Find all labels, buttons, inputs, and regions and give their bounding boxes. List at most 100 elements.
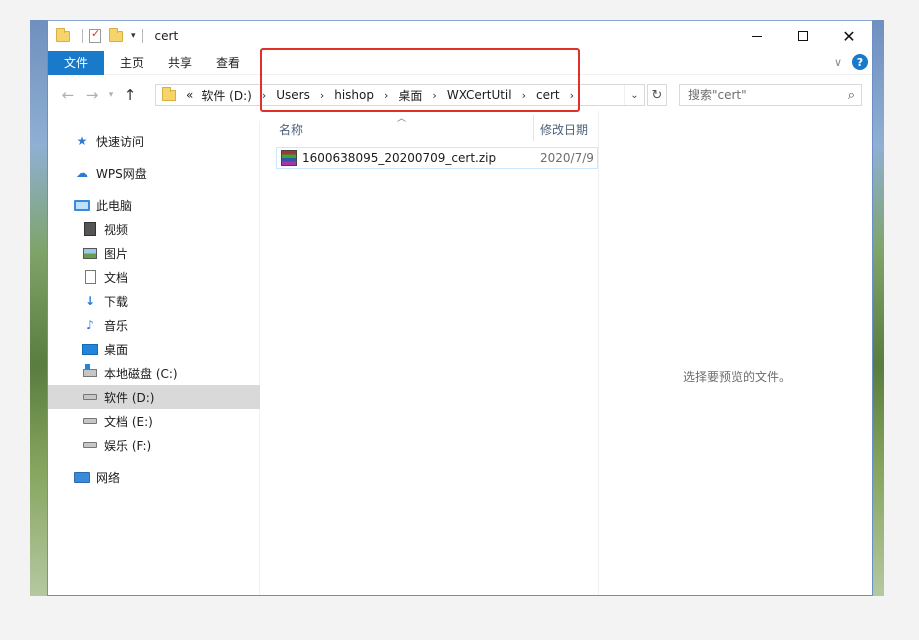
drive-icon [82, 437, 98, 453]
sidebar-item-pictures[interactable]: 图片 [48, 241, 260, 265]
search-icon[interactable]: ⌕ [848, 88, 855, 103]
download-icon: ↓ [84, 294, 96, 308]
sidebar-item-label: 此电脑 [96, 198, 133, 213]
sort-ascending-chevron-icon: ︿ [397, 114, 407, 124]
preview-pane: 选择要预览的文件。 [598, 111, 872, 595]
breadcrumb-cert[interactable]: cert [532, 88, 564, 102]
drive-icon [82, 389, 98, 405]
file-list: ︿ 名称 修改日期 1600638095_20200709_cert.zip 2… [261, 111, 598, 595]
sidebar-item-documents[interactable]: 文档 [48, 265, 260, 289]
file-name: 1600638095_20200709_cert.zip [302, 151, 497, 165]
sidebar-item-videos[interactable]: 视频 [48, 217, 260, 241]
sidebar-item-label: 视频 [104, 222, 129, 237]
breadcrumb-wxcertutil[interactable]: WXCertUtil [443, 88, 516, 102]
sidebar-item-label: 本地磁盘 (C:) [104, 366, 178, 381]
breadcrumb-users[interactable]: Users [272, 88, 314, 102]
sidebar-item-label: WPS网盘 [96, 166, 147, 181]
ribbon-tabs: 文件 主页 共享 查看 ∨ ? [48, 50, 872, 75]
back-button[interactable]: ← [56, 86, 80, 104]
preview-placeholder-text: 选择要预览的文件。 [683, 370, 792, 384]
breadcrumb-chevron-icon[interactable]: › [256, 89, 272, 102]
up-button[interactable]: ↑ [118, 86, 142, 104]
file-explorer-window: ▾ cert ✕ 文件 主页 共享 查看 ∨ ? ← → ▾ ↑ « 软件 (D… [47, 20, 873, 596]
breadcrumb-desktop[interactable]: 桌面 [394, 87, 426, 104]
drive-icon [82, 413, 98, 429]
picture-icon [82, 245, 98, 261]
computer-icon [74, 197, 90, 213]
sidebar-item-network[interactable]: 网络 [48, 465, 260, 489]
maximize-icon [798, 31, 808, 41]
breadcrumb-chevron-icon[interactable]: › [426, 89, 442, 102]
document-icon [82, 269, 98, 285]
tab-home[interactable]: 主页 [108, 51, 156, 75]
column-header-name[interactable]: 名称 [279, 121, 303, 138]
sidebar-item-downloads[interactable]: ↓ 下载 [48, 289, 260, 313]
sidebar-item-label: 文档 [104, 270, 129, 285]
breadcrumb-hishop[interactable]: hishop [330, 88, 378, 102]
breadcrumb-chevron-icon[interactable]: › [516, 89, 532, 102]
navigation-pane: ★ 快速访问 ☁ WPS网盘 此电脑 视频 图片 文档 ↓ 下载 ♪ 音乐 桌面… [48, 121, 260, 595]
ribbon-right-controls: ∨ ? [834, 54, 868, 70]
breadcrumb-chevron-icon[interactable]: › [314, 89, 330, 102]
sidebar-item-desktop[interactable]: 桌面 [48, 337, 260, 361]
folder-icon[interactable] [56, 27, 70, 42]
sidebar-item-label: 桌面 [104, 342, 129, 357]
sidebar-item-music[interactable]: ♪ 音乐 [48, 313, 260, 337]
breadcrumb-chevron-icon[interactable]: › [378, 89, 394, 102]
search-input[interactable] [688, 88, 838, 102]
sidebar-item-label: 文档 (E:) [104, 414, 153, 429]
winrar-archive-icon [281, 150, 297, 166]
new-folder-icon[interactable] [109, 27, 123, 42]
sidebar-item-label: 网络 [96, 470, 121, 485]
forward-button[interactable]: → [80, 86, 104, 104]
sidebar-item-drive-e[interactable]: 文档 (E:) [48, 409, 260, 433]
maximize-button[interactable] [780, 21, 826, 51]
music-icon: ♪ [86, 318, 94, 332]
recent-locations-chevron-icon[interactable]: ▾ [104, 90, 118, 100]
help-icon[interactable]: ? [852, 54, 868, 70]
file-date: 2020/7/9 [540, 151, 594, 165]
toolbar-divider [141, 29, 143, 43]
refresh-icon: ↻ [651, 87, 663, 103]
customize-toolbar-chevron-icon[interactable]: ▾ [131, 31, 136, 41]
breadcrumb-chevron-icon[interactable]: › [564, 89, 580, 102]
cloud-icon: ☁ [76, 166, 88, 180]
minimize-icon [752, 35, 762, 37]
search-box[interactable]: ⌕ [679, 84, 862, 106]
minimize-button[interactable] [734, 21, 780, 51]
close-icon: ✕ [842, 26, 856, 46]
refresh-button[interactable]: ↻ [647, 84, 667, 106]
navigation-bar: ← → ▾ ↑ « 软件 (D:) › Users › hishop › 桌面 … [48, 79, 872, 111]
toolbar-divider [82, 29, 83, 43]
sidebar-item-label: 快速访问 [96, 134, 145, 149]
column-header-row: ︿ 名称 修改日期 [261, 111, 598, 145]
close-button[interactable]: ✕ [826, 21, 872, 51]
desktop-icon [82, 341, 98, 357]
sidebar-item-label: 软件 (D:) [104, 390, 155, 405]
tab-share[interactable]: 共享 [156, 51, 204, 75]
sidebar-item-label: 音乐 [104, 318, 129, 333]
file-row[interactable]: 1600638095_20200709_cert.zip 2020/7/9 [276, 147, 598, 169]
sidebar-item-this-pc[interactable]: 此电脑 [48, 193, 260, 217]
tab-view[interactable]: 查看 [204, 51, 252, 75]
sidebar-item-drive-c[interactable]: 本地磁盘 (C:) [48, 361, 260, 385]
expand-ribbon-chevron-icon[interactable]: ∨ [834, 56, 842, 69]
address-history-chevron-icon[interactable]: ⌄ [624, 85, 644, 105]
sidebar-item-label: 图片 [104, 246, 129, 261]
tab-file[interactable]: 文件 [48, 50, 104, 75]
address-bar[interactable]: « 软件 (D:) › Users › hishop › 桌面 › WXCert… [155, 84, 645, 106]
sidebar-item-drive-d[interactable]: 软件 (D:) [48, 385, 260, 409]
breadcrumb-drive-d[interactable]: 软件 (D:) [197, 87, 255, 104]
sidebar-item-label: 娱乐 (F:) [104, 438, 152, 453]
column-header-date-modified[interactable]: 修改日期 [540, 121, 588, 138]
folder-icon [162, 86, 176, 101]
properties-icon[interactable] [89, 27, 101, 43]
star-icon: ★ [76, 134, 88, 148]
network-icon [74, 469, 90, 485]
video-icon [82, 221, 98, 237]
column-divider[interactable] [533, 115, 534, 141]
address-overflow-icon[interactable]: « [182, 88, 197, 102]
sidebar-item-quick-access[interactable]: ★ 快速访问 [48, 129, 260, 153]
sidebar-item-drive-f[interactable]: 娱乐 (F:) [48, 433, 260, 457]
sidebar-item-wps-cloud[interactable]: ☁ WPS网盘 [48, 161, 260, 185]
